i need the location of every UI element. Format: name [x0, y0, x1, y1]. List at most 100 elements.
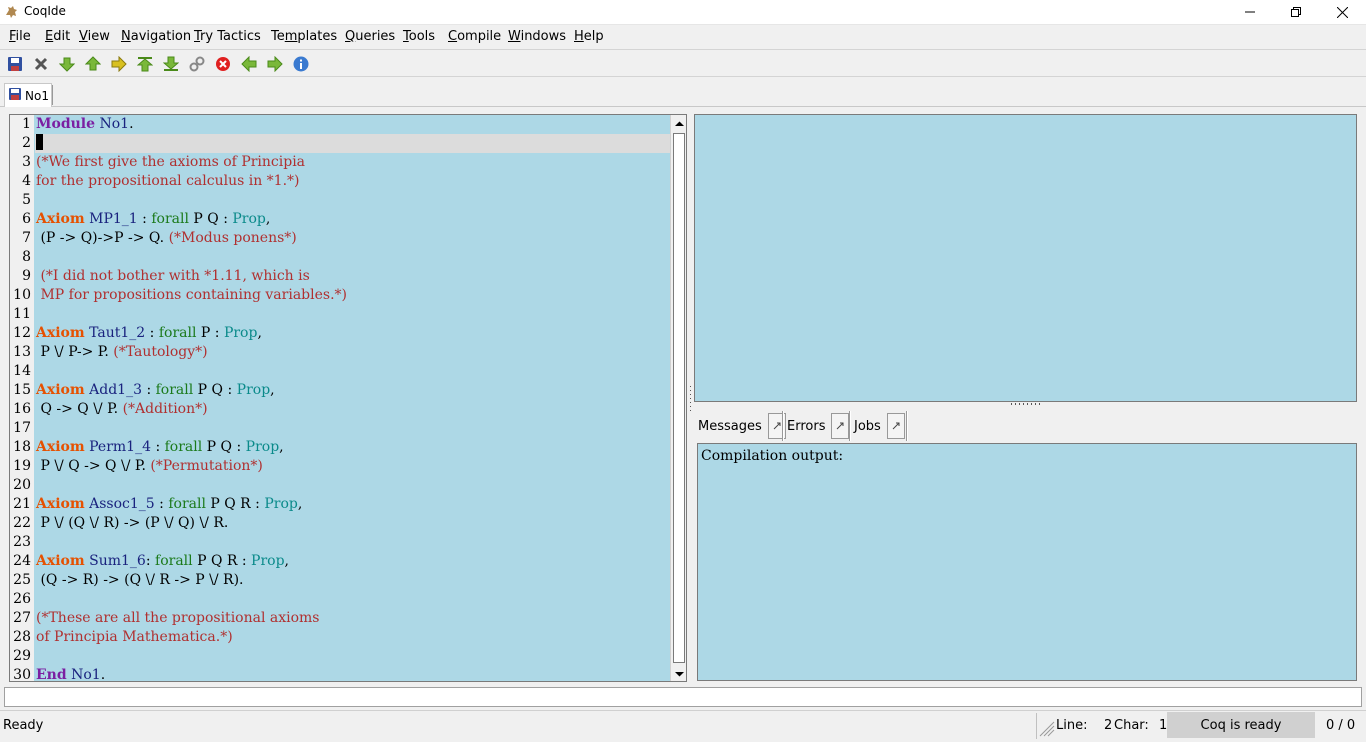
goals-pane [694, 114, 1357, 402]
backward-one-icon [85, 56, 101, 71]
line-number: 23 [13, 534, 31, 550]
scroll-up-button[interactable] [671, 115, 686, 132]
menu-label-part: W [508, 29, 521, 44]
tab-errors[interactable]: Errors [787, 411, 850, 441]
save-button[interactable] [6, 55, 24, 73]
line-number: 1 [22, 116, 31, 132]
line-number: 30 [13, 667, 31, 682]
line-content: Module No1. [36, 115, 134, 134]
backward-one-button[interactable] [84, 55, 102, 73]
code-line: 26 [10, 590, 670, 609]
token-txt: P \/ Q -> Q \/ P. [36, 458, 151, 474]
save-icon [8, 87, 22, 105]
code-line: 4 for the propositional calculus in *1.*) [10, 172, 670, 191]
code-line: 28 of Principia Mathematica.*) [10, 628, 670, 647]
token-typ: Prop [245, 439, 280, 455]
token-kw-ax: Axiom [36, 496, 85, 512]
about-button[interactable] [292, 55, 310, 73]
line-number: 7 [22, 230, 31, 246]
code-line: 23 [10, 533, 670, 552]
token-txt: , [265, 211, 271, 227]
scroll-down-button[interactable] [671, 665, 686, 681]
menu-try-tactics[interactable]: Try Tactics [194, 29, 261, 44]
token-txt: , [297, 496, 303, 512]
tab-no1[interactable]: No1 [4, 83, 52, 107]
token-ident: Perm1_4 [84, 439, 151, 455]
menu-label-part: E [45, 29, 54, 44]
interrupt-button[interactable] [214, 55, 232, 73]
tab-messages[interactable]: Messages [698, 411, 786, 441]
token-txt: : [145, 553, 156, 569]
code-line: 14 [10, 362, 670, 381]
script-editor[interactable]: 1 Module No1. 2 3 (*We first give the axioms… [9, 114, 687, 682]
token-typ: Prop [251, 553, 285, 569]
compilation-output-text: Compilation output: [701, 448, 844, 464]
line-content: (*We first give the axioms of Principia [36, 153, 305, 172]
close-window-button[interactable] [1319, 0, 1365, 24]
menu-label-part: elp [583, 29, 604, 44]
detach-icon [837, 422, 844, 430]
menu-templates[interactable]: Templates [271, 29, 337, 44]
restore-icon [1291, 7, 1301, 17]
tab-jobs[interactable]: Jobs [854, 411, 905, 441]
go-to-start-button[interactable] [136, 55, 154, 73]
menu-tools[interactable]: Tools [403, 29, 435, 44]
code-line: 21 Axiom Assoc1_5 : forall P Q R : Prop, [10, 495, 670, 514]
detach-icon [892, 422, 900, 430]
menu-windows[interactable]: Windows [508, 29, 566, 44]
command-input[interactable] [4, 687, 1362, 707]
line-content: Axiom Perm1_4 : forall P Q : Prop, [36, 438, 284, 457]
menu-help[interactable]: Help [574, 29, 604, 44]
close-icon [34, 57, 48, 71]
code-line: 12 Axiom Taut1_2 : forall P : Prop, [10, 324, 670, 343]
menu-compile[interactable]: Compile [448, 29, 501, 44]
scroll-thumb[interactable] [673, 133, 685, 663]
title-bar: CoqIde [0, 0, 1366, 24]
next-occurrence-button[interactable] [266, 55, 284, 73]
go-to-cursor-button[interactable] [110, 55, 128, 73]
about-icon [293, 56, 309, 72]
token-cmt: (*Permutation*) [150, 458, 263, 474]
tab-messages-label: Messages [698, 418, 762, 434]
vertical-splitter[interactable] [688, 384, 693, 414]
menu-edit[interactable]: Edit [45, 29, 70, 44]
token-cmt: (*These are all the propositional axioms [36, 610, 320, 626]
code-line: 16 Q -> Q \/ P. (*Addition*) [10, 400, 670, 419]
line-number: 28 [13, 629, 31, 645]
go-to-end-button[interactable] [162, 55, 180, 73]
coqide-rooster-icon [4, 4, 20, 20]
previous-occurrence-button[interactable] [240, 55, 258, 73]
fully-check-button[interactable] [188, 55, 206, 73]
token-typ: Prop [223, 325, 258, 341]
detach-errors-button[interactable] [831, 413, 850, 439]
line-content: Axiom Taut1_2 : forall P : Prop, [36, 324, 262, 343]
menu-navigation[interactable]: Navigation [121, 29, 191, 44]
minimize-button[interactable] [1227, 0, 1273, 24]
close-buffer-button[interactable] [32, 55, 50, 73]
restore-button[interactable] [1273, 0, 1319, 24]
line-number: 16 [13, 401, 31, 417]
menu-label-part: m [284, 29, 298, 44]
editor-scrollbar[interactable] [670, 115, 686, 681]
forward-one-button[interactable] [58, 55, 76, 73]
line-number: 4 [22, 173, 31, 189]
detach-jobs-button[interactable] [886, 413, 905, 439]
menu-label-part: ry Tactics [200, 29, 261, 44]
token-typ: Prop [232, 211, 266, 227]
code-line: 30 End No1. [10, 666, 670, 682]
token-tac: forall [164, 439, 203, 455]
token-txt: : [145, 325, 159, 341]
line-number: 24 [13, 553, 31, 569]
coqide-window: CoqIde File Edit View Navigation Try Tactics… [0, 0, 1366, 739]
token-txt: P Q R : [205, 496, 265, 512]
menu-file[interactable]: File [9, 29, 31, 44]
code-line: 8 [10, 248, 670, 267]
horizontal-splitter[interactable] [1010, 402, 1044, 406]
detach-icon [773, 422, 781, 430]
resize-grip-icon[interactable] [1038, 710, 1056, 738]
token-cmt: for the propositional calculus in *1.*) [36, 173, 300, 189]
menu-queries[interactable]: Queries [345, 29, 395, 44]
token-txt: , [270, 382, 275, 398]
token-txt: P Q : [202, 439, 246, 455]
menu-view[interactable]: View [79, 29, 110, 44]
